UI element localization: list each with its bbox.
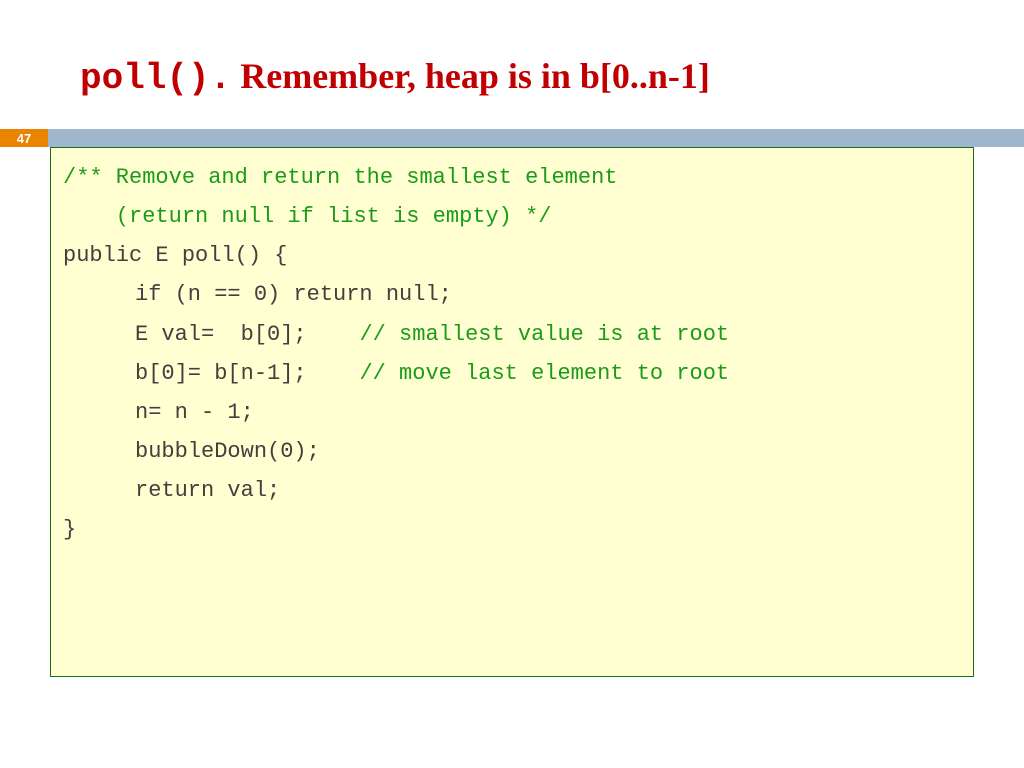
code-block: /** Remove and return the smallest eleme…	[50, 147, 974, 677]
accent-bar: 47	[0, 129, 1024, 147]
code-comment-line2: (return null if list is empty) */	[63, 204, 551, 229]
title-text-part: Remember, heap is in b[0..n-1]	[231, 56, 710, 96]
code-line-bubble: bubbleDown(0);	[135, 439, 320, 464]
code-comment-root: // smallest value is at root	[307, 322, 729, 347]
code-line-return: return val;	[135, 478, 280, 503]
accent-bar-fill	[48, 129, 1024, 147]
slide-title: poll(). Remember, heap is in b[0..n-1]	[0, 0, 1024, 129]
code-comment-line1: /** Remove and return the smallest eleme…	[63, 165, 618, 190]
code-line-if: if (n == 0) return null;	[135, 282, 452, 307]
title-code-part: poll().	[80, 58, 231, 99]
code-line-signature: public E poll() {	[63, 243, 287, 268]
code-line-move: b[0]= b[n-1];	[135, 361, 307, 386]
code-line-close: }	[63, 517, 76, 542]
slide-number-badge: 47	[0, 129, 48, 147]
code-comment-move: // move last element to root	[307, 361, 729, 386]
code-line-decr: n= n - 1;	[135, 400, 254, 425]
code-line-val: E val= b[0];	[135, 322, 307, 347]
